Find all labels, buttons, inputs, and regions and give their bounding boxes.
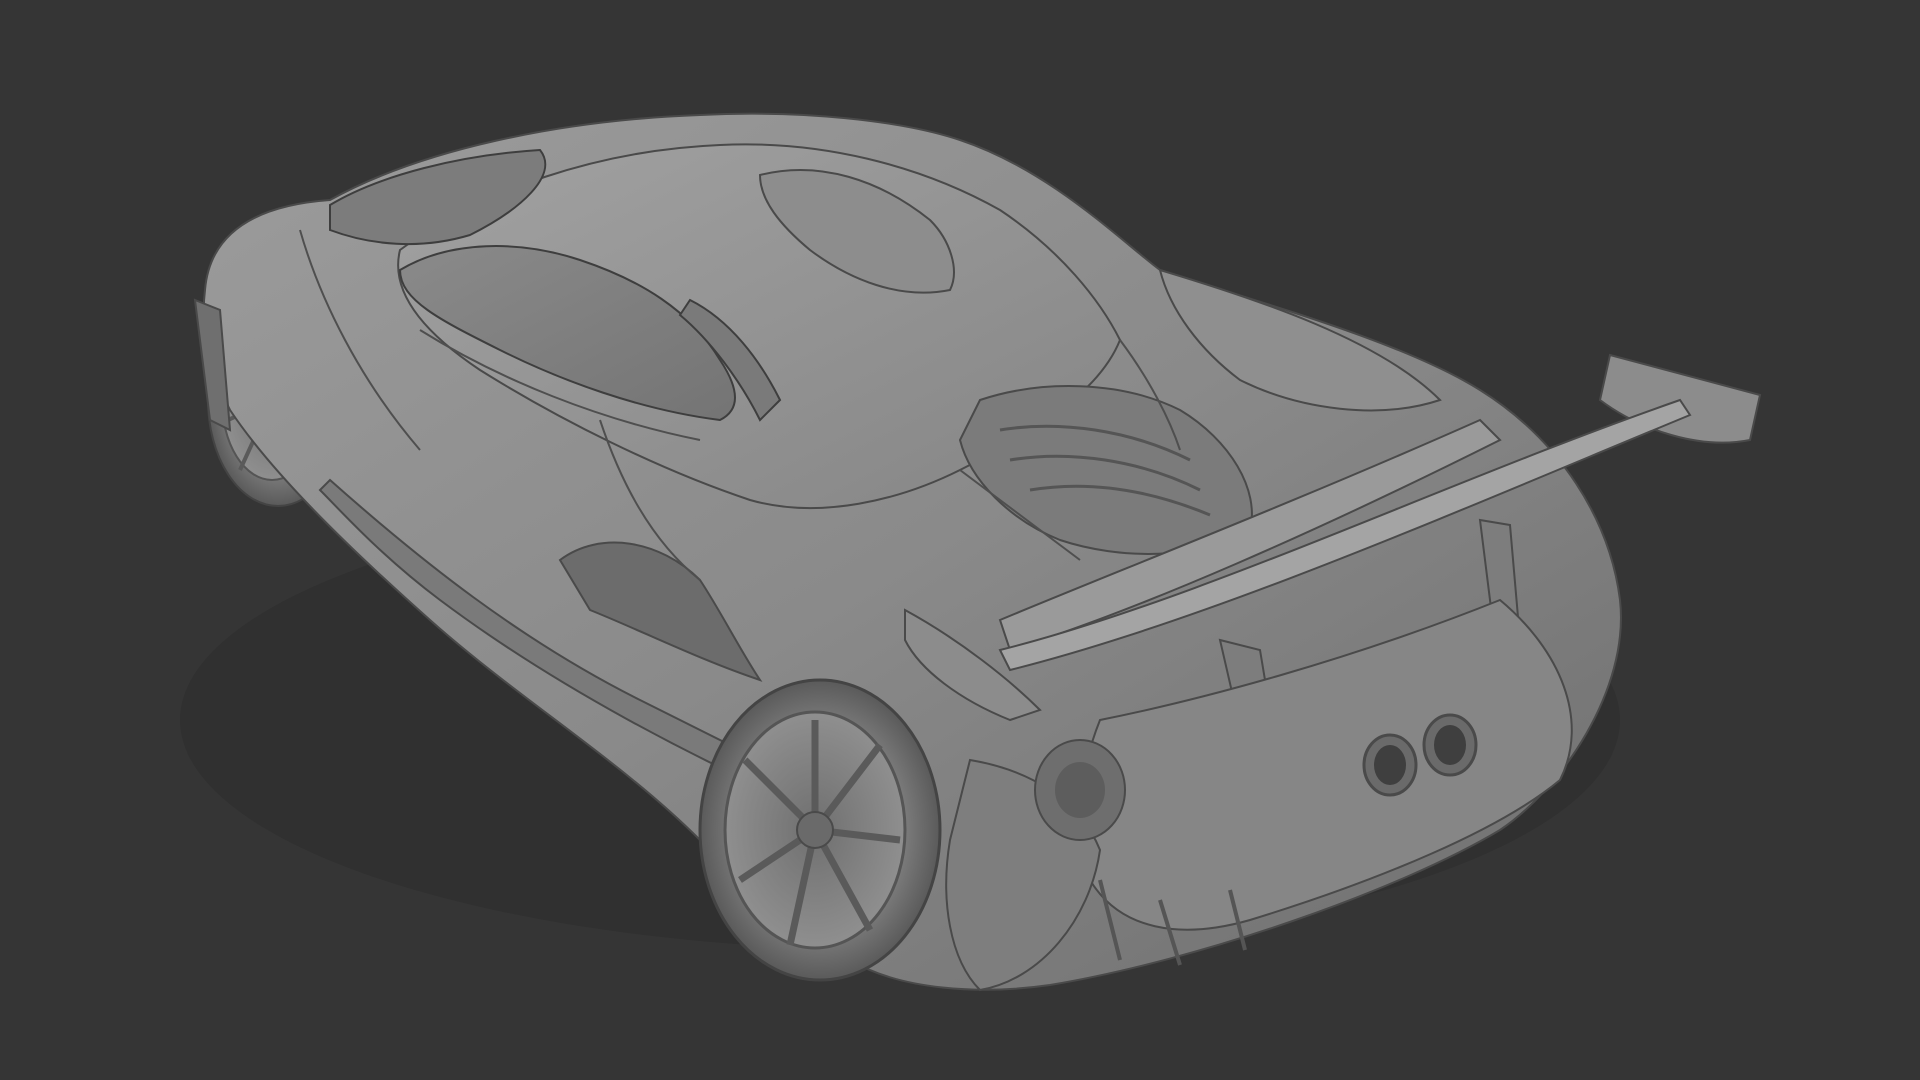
rear-hub-detail (1034, 739, 1126, 841)
rear-right-wheel (698, 678, 942, 982)
car-model-render (180, 112, 1762, 992)
3d-viewport[interactable] (0, 0, 1920, 1080)
